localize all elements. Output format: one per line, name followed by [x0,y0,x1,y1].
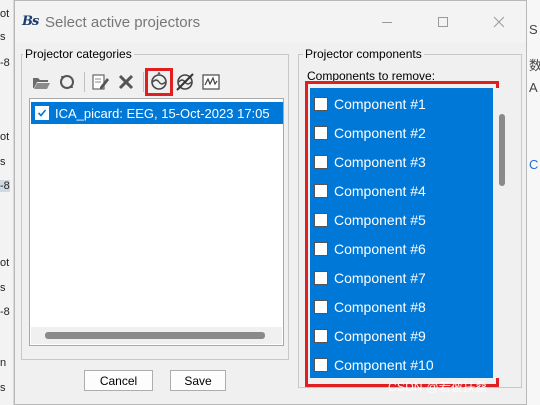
background-text-fragment: n [0,357,7,369]
background-text-fragment: S [529,22,538,37]
background-text-fragment: A [529,80,538,95]
component-checkbox[interactable] [314,328,328,343]
topography-button[interactable] [145,68,173,96]
category-checkbox[interactable] [35,106,49,120]
close-button[interactable] [477,9,521,35]
component-label: Component #4 [334,182,426,199]
component-checkbox[interactable] [314,357,328,372]
component-checkbox[interactable] [314,125,328,140]
open-folder-icon [33,78,50,89]
background-text-fragment: s [0,382,6,394]
refresh-button[interactable] [55,70,79,94]
components-list[interactable]: Component #1 Component #2 Component #3 C… [310,88,493,378]
background-text-fragment: C [529,157,539,172]
list-item[interactable]: Component #6 [310,234,493,263]
maximize-button[interactable] [421,9,465,35]
background-text-fragment: -8 [0,57,10,69]
topography-icon [151,72,167,90]
time-series-icon [202,74,220,90]
component-label: Component #2 [334,124,426,141]
save-button[interactable]: Save [170,370,226,391]
scrollbar-thumb[interactable] [499,114,505,186]
categories-toolbar [29,68,225,96]
background-text-fragment: 数 [529,58,540,73]
list-item[interactable]: Component #4 [310,176,493,205]
refresh-icon [60,75,74,89]
open-folder-button[interactable] [29,70,53,94]
component-checkbox[interactable] [314,183,328,198]
component-checkbox[interactable] [314,299,328,314]
category-label: ICA_picard: EEG, 15-Oct-2023 17:05 [55,105,270,121]
minimize-icon [382,22,392,23]
list-item[interactable]: Component #1 [310,89,493,118]
background-text-fragment: -8 [0,180,10,192]
list-item[interactable]: Component #9 [310,321,493,350]
component-label: Component #8 [334,298,426,315]
delete-icon [118,74,134,90]
checkmark-icon [37,109,47,117]
component-label: Component #5 [334,211,426,228]
horizontal-scrollbar[interactable] [31,327,282,344]
component-label: Component #1 [334,95,426,112]
component-checkbox[interactable] [314,154,328,169]
component-checkbox[interactable] [314,270,328,285]
component-checkbox[interactable] [314,96,328,111]
maximize-icon [438,17,448,27]
list-item[interactable]: Component #2 [310,118,493,147]
background-text-fragment: s [0,31,6,43]
select-projectors-dialog: Bs Select active projectors Projector ca… [14,0,527,405]
component-label: Component #10 [334,356,434,373]
minimize-button[interactable] [365,9,409,35]
list-item[interactable]: Component #8 [310,292,493,321]
categories-group-title: Projector categories [23,47,134,61]
vertical-scrollbar[interactable] [496,88,508,378]
edit-icon [92,74,109,90]
scrollbar-thumb[interactable] [45,332,265,339]
no-topography-button[interactable] [173,70,197,94]
background-app-left: ot s -8 ot s -8 ot s -8 n s [0,0,14,405]
component-label: Component #9 [334,327,426,344]
no-topography-icon [176,73,194,91]
projector-category-list[interactable]: ICA_picard: EEG, 15-Oct-2023 17:05 [29,98,284,346]
background-text-fragment: s [0,282,6,294]
list-item[interactable]: Component #3 [310,147,493,176]
list-item[interactable]: Component #10 [310,350,493,378]
title-bar[interactable]: Bs Select active projectors [15,1,526,43]
component-label: Component #7 [334,269,426,286]
toolbar-separator [143,72,144,92]
component-checkbox[interactable] [314,212,328,227]
close-icon [493,16,505,28]
list-item[interactable]: ICA_picard: EEG, 15-Oct-2023 17:05 [31,102,283,124]
background-app-right: S 数 A C [527,0,540,405]
time-series-button[interactable] [199,70,223,94]
toolbar-separator [84,72,85,92]
brainstorm-logo-icon: Bs [22,14,39,29]
list-item[interactable]: Component #5 [310,205,493,234]
window-title: Select active projectors [45,14,201,31]
cancel-button[interactable]: Cancel [84,370,153,391]
watermark-text: CSDN @若彼扶桑 [388,380,488,394]
background-text-fragment: -8 [0,306,10,318]
list-item[interactable]: Component #7 [310,263,493,292]
edit-button[interactable] [88,70,112,94]
components-group-title: Projector components [303,47,424,61]
component-label: Component #3 [334,153,426,170]
background-text-fragment: ot [0,131,10,143]
delete-button[interactable] [114,70,138,94]
component-checkbox[interactable] [314,241,328,256]
background-text-fragment: ot [0,8,10,20]
component-label: Component #6 [334,240,426,257]
background-text-fragment: ot [0,257,10,269]
background-text-fragment: s [0,156,6,168]
